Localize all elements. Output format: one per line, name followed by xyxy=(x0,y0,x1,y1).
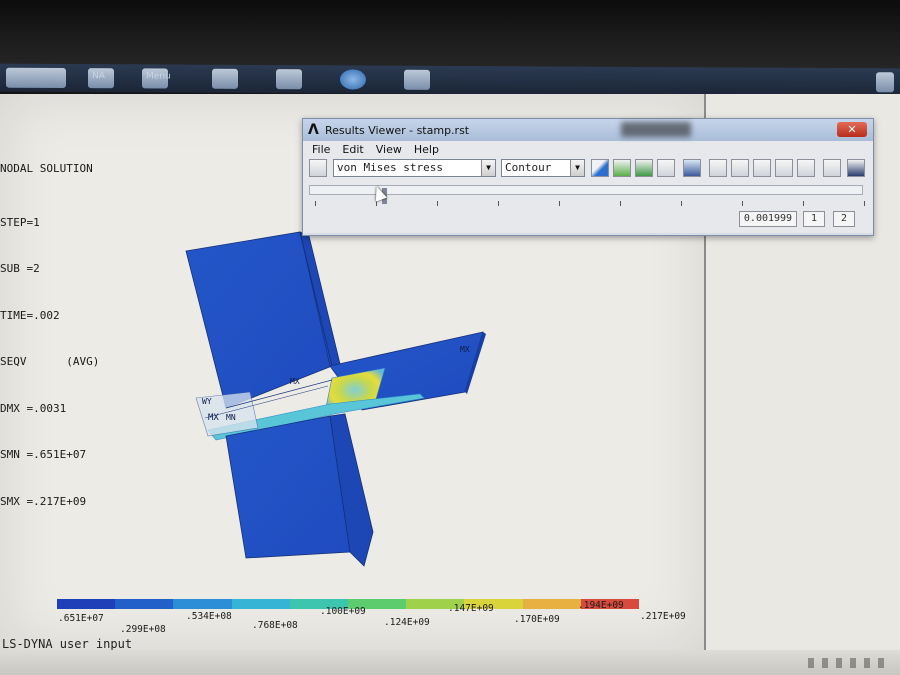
chevron-down-icon[interactable]: ▼ xyxy=(570,160,584,176)
chevron-down-icon[interactable]: ▼ xyxy=(481,160,495,176)
menu-bar: File Edit View Help xyxy=(303,141,873,157)
slider-tick xyxy=(315,201,316,206)
result-item-select[interactable]: von Mises stress ▼ xyxy=(333,159,496,177)
colorbar-label: .299E+08 xyxy=(120,624,166,635)
taskbar-app-icon[interactable] xyxy=(276,69,302,90)
print-icon[interactable] xyxy=(823,159,841,177)
table-icon[interactable] xyxy=(775,159,793,177)
label-wy: WY xyxy=(202,397,212,406)
colorbar-label: .100E+09 xyxy=(320,606,366,617)
colorbar-label: .170E+09 xyxy=(514,614,560,625)
annotation-icon[interactable] xyxy=(753,159,771,177)
slider-tick xyxy=(803,201,804,206)
taskbar-app-icon[interactable] xyxy=(212,68,238,89)
colorbar-segment xyxy=(231,599,290,609)
plot-style-value: Contour xyxy=(505,161,552,174)
taskbar-label: Menu xyxy=(146,71,171,82)
animate-icon[interactable] xyxy=(613,159,631,177)
colorbar-segment xyxy=(115,599,174,609)
step-current-field[interactable]: 1 xyxy=(803,211,825,227)
bottom-taskbar xyxy=(0,650,900,675)
taskbar-app-icon[interactable] xyxy=(404,69,430,90)
system-tray-icons[interactable] xyxy=(808,658,888,668)
edit-icon[interactable] xyxy=(709,159,727,177)
eraser-icon[interactable] xyxy=(731,159,749,177)
slider-tick xyxy=(864,201,865,206)
taskbar-browser-icon[interactable] xyxy=(340,69,366,90)
time-slider-panel: 0.001999 1 2 xyxy=(303,181,873,233)
image-capture-icon[interactable] xyxy=(683,159,701,177)
time-slider-track[interactable] xyxy=(309,185,863,204)
lower-wall-face xyxy=(225,415,351,559)
label-mx-left: MX xyxy=(208,413,219,423)
colorbar-label: .217E+09 xyxy=(640,611,686,622)
slider-tick xyxy=(681,201,682,206)
results-viewer-window[interactable]: Λ Results Viewer - stamp.rst ✕ File Edit… xyxy=(302,118,874,236)
colorbar-label: .768E+08 xyxy=(252,620,298,631)
step-total-field[interactable]: 2 xyxy=(833,211,855,227)
report-icon[interactable] xyxy=(847,159,865,177)
slider-tick xyxy=(559,201,560,206)
result-item-icon[interactable] xyxy=(309,159,327,177)
query-icon[interactable] xyxy=(635,159,653,177)
list-results-icon[interactable] xyxy=(657,159,675,177)
blurred-area xyxy=(621,122,691,137)
menu-edit[interactable]: Edit xyxy=(342,143,363,156)
label-mx-right: MX xyxy=(460,345,470,354)
plot-style-select[interactable]: Contour ▼ xyxy=(501,159,585,177)
colorbar-segment xyxy=(57,599,116,609)
slider-tick xyxy=(376,201,377,206)
slider-tick xyxy=(620,201,621,206)
window-title: Results Viewer - stamp.rst xyxy=(325,124,470,137)
result-item-value: von Mises stress xyxy=(337,161,443,174)
slider-tick xyxy=(742,201,743,206)
taskbar-label: NA xyxy=(92,71,105,82)
plot-results-icon[interactable] xyxy=(591,159,609,177)
slider-tick xyxy=(498,201,499,206)
results-viewer-titlebar[interactable]: Λ Results Viewer - stamp.rst ✕ xyxy=(303,119,873,141)
status-line: LS-DYNA user input xyxy=(2,637,133,651)
colorbar-label: .651E+07 xyxy=(58,613,104,624)
toolbar: von Mises stress ▼ Contour ▼ xyxy=(303,157,873,181)
taskbar-app-icon[interactable] xyxy=(876,72,894,93)
colorbar-label: .124E+09 xyxy=(384,617,430,628)
monitor-bezel xyxy=(0,0,900,70)
close-button[interactable]: ✕ xyxy=(837,122,867,137)
time-value-field[interactable]: 0.001999 xyxy=(739,211,797,227)
grid-icon[interactable] xyxy=(797,159,815,177)
menu-view[interactable]: View xyxy=(376,143,402,156)
label-mx-center: MX xyxy=(290,377,300,386)
menu-help[interactable]: Help xyxy=(414,143,439,156)
colorbar-label: .194E+09 xyxy=(578,600,624,611)
colorbar-label: .534E+08 xyxy=(186,611,232,622)
ansys-logo-icon: Λ xyxy=(308,122,319,138)
colorbar-label: .147E+09 xyxy=(448,603,494,614)
taskbar: NA Menu xyxy=(0,63,900,97)
label-mn-left: MN xyxy=(226,413,236,422)
slider-tick xyxy=(437,201,438,206)
menu-file[interactable]: File xyxy=(312,143,330,156)
colorbar-segment xyxy=(173,599,232,609)
colorbar-segment xyxy=(522,599,581,609)
taskbar-app-icon[interactable] xyxy=(6,67,66,88)
